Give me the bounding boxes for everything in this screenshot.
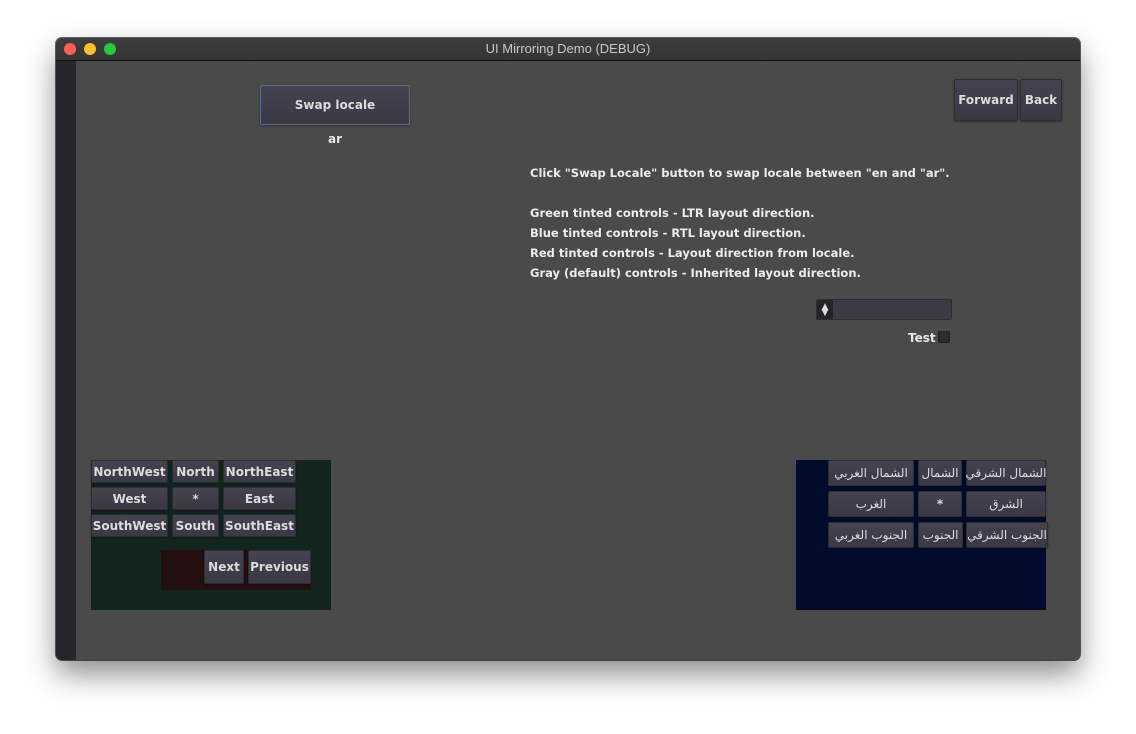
instruction-gray: Gray (default) controls - Inherited layo… <box>530 266 861 280</box>
spinbox-arrows-icon[interactable]: ▲ ▼ <box>817 300 833 319</box>
southeast-button[interactable]: SouthEast <box>223 514 296 537</box>
previous-button[interactable]: Previous <box>248 550 311 584</box>
instruction-blue: Blue tinted controls - RTL layout direct… <box>530 226 806 240</box>
northeast-button[interactable]: NorthEast <box>223 460 296 483</box>
main-content: Swap locale ar Forward Back Click "Swap … <box>76 61 1080 660</box>
southwest-button[interactable]: SouthWest <box>91 514 168 537</box>
rtl-southwest-button[interactable]: الجنوب الغربي <box>828 522 914 548</box>
rtl-west-button[interactable]: الغرب <box>828 491 914 517</box>
current-locale-label: ar <box>328 132 343 146</box>
spinbox[interactable]: ▲ ▼ <box>816 299 952 320</box>
rtl-northwest-button[interactable]: الشمال الغربي <box>828 460 914 486</box>
side-strip <box>56 61 76 660</box>
west-button[interactable]: West <box>91 487 168 510</box>
ltr-panel: NorthWest North NorthEast West * East So… <box>91 460 331 610</box>
rtl-southeast-button[interactable]: الجنوب الشرقي <box>966 522 1048 548</box>
rtl-south-button[interactable]: الجنوب <box>918 522 963 548</box>
south-button[interactable]: South <box>172 514 219 537</box>
instruction-red: Red tinted controls - Layout direction f… <box>530 246 855 260</box>
rtl-panel: الشمال الغربي الشمال الشمال الشرقي الغرب… <box>796 460 1048 610</box>
test-checkbox[interactable] <box>938 331 950 343</box>
swap-locale-button[interactable]: Swap locale <box>260 85 410 125</box>
east-button[interactable]: East <box>223 487 296 510</box>
locale-direction-panel: Next Previous <box>161 550 311 590</box>
instructions: Click "Swap Locale" button to swap local… <box>530 163 950 283</box>
title-bar: UI Mirroring Demo (DEBUG) <box>56 38 1080 61</box>
instruction-green: Green tinted controls - LTR layout direc… <box>530 206 815 220</box>
rtl-north-button[interactable]: الشمال <box>918 460 962 486</box>
rtl-east-button[interactable]: الشرق <box>966 491 1046 517</box>
app-window: UI Mirroring Demo (DEBUG) Swap locale ar… <box>56 38 1080 660</box>
test-checkbox-label: Test <box>908 331 936 345</box>
forward-button[interactable]: Forward <box>954 79 1018 121</box>
rtl-northeast-button[interactable]: الشمال الشرقي <box>966 460 1046 486</box>
rtl-center-button[interactable]: * <box>918 491 962 517</box>
window-title: UI Mirroring Demo (DEBUG) <box>485 41 651 56</box>
north-button[interactable]: North <box>172 460 219 483</box>
spinbox-field[interactable] <box>833 300 951 319</box>
back-button[interactable]: Back <box>1020 79 1062 121</box>
center-button[interactable]: * <box>172 487 219 510</box>
instruction-swap: Click "Swap Locale" button to swap local… <box>530 166 950 180</box>
northwest-button[interactable]: NorthWest <box>91 460 168 483</box>
next-button[interactable]: Next <box>204 550 244 584</box>
